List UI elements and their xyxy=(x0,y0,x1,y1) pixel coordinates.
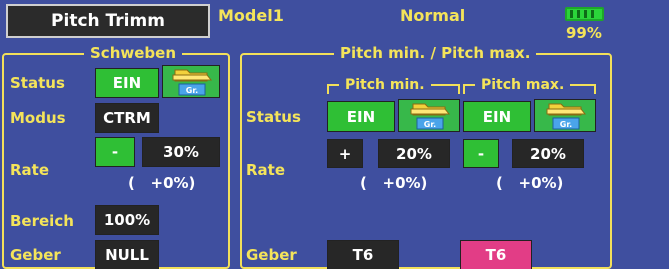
schweben-geber-button[interactable]: NULL xyxy=(95,240,159,269)
pitch-min-group-button[interactable]: Gr. xyxy=(398,99,460,132)
schweben-bereich-label: Bereich xyxy=(10,212,74,230)
pitch-trimm-screen: Pitch Trimm Model1 Normal 99% Schweben S… xyxy=(0,0,669,269)
schweben-status-button[interactable]: EIN xyxy=(95,68,159,98)
pitch-trimm-title-button[interactable]: Pitch Trimm xyxy=(6,4,210,38)
pitch-max-geber-button[interactable]: T6 xyxy=(460,240,532,269)
folder-group-icon: Gr. xyxy=(172,69,213,95)
pitch-min-rate-sign-button[interactable]: + xyxy=(327,139,363,168)
title-button-label: Pitch Trimm xyxy=(51,11,165,31)
pitch-max-group-label: Gr. xyxy=(560,120,572,129)
schweben-group-button[interactable]: Gr. xyxy=(162,65,220,98)
folder-group-icon: Gr. xyxy=(410,103,451,129)
schweben-rate-sign-button[interactable]: - xyxy=(95,137,135,167)
pitch-min-geber-button[interactable]: T6 xyxy=(327,240,399,269)
pitch-max-group-button[interactable]: Gr. xyxy=(534,99,596,132)
pitch-geber-label: Geber xyxy=(246,246,297,264)
pitch-min-group-label: Gr. xyxy=(424,120,436,129)
schweben-modus-label: Modus xyxy=(10,109,66,127)
pitch-min-bracket: Pitch min. xyxy=(327,74,460,96)
schweben-bereich-button[interactable]: 100% xyxy=(95,205,159,235)
pitch-min-rate-offset: ( +0%) xyxy=(360,174,428,192)
pitch-max-rate-value-button[interactable]: 20% xyxy=(512,139,584,168)
pitch-rate-label: Rate xyxy=(246,161,286,179)
schweben-rate-value-button[interactable]: 30% xyxy=(142,137,220,167)
pitch-max-status-button[interactable]: EIN xyxy=(463,101,531,132)
pitch-status-label: Status xyxy=(246,108,301,126)
pitch-min-max-title: Pitch min. / Pitch max. xyxy=(334,42,537,64)
schweben-rate-offset: ( +0%) xyxy=(128,174,196,192)
schweben-title: Schweben xyxy=(84,42,182,64)
flight-condition: Normal xyxy=(400,6,466,25)
pitch-max-bracket: Pitch max. xyxy=(463,74,596,96)
schweben-modus-button[interactable]: CTRM xyxy=(95,103,159,133)
pitch-min-rate-value-button[interactable]: 20% xyxy=(378,139,450,168)
battery-icon xyxy=(565,7,604,21)
pitch-max-rate-offset: ( +0%) xyxy=(496,174,564,192)
pitch-min-status-button[interactable]: EIN xyxy=(327,101,395,132)
pitch-min-title: Pitch min. xyxy=(339,74,431,96)
schweben-status-label: Status xyxy=(10,74,65,92)
pitch-max-title: Pitch max. xyxy=(475,74,571,96)
schweben-group-label: Gr. xyxy=(186,86,198,95)
folder-group-icon: Gr. xyxy=(546,103,587,129)
schweben-rate-label: Rate xyxy=(10,161,50,179)
pitch-max-rate-sign-button[interactable]: - xyxy=(463,139,499,168)
model-name: Model1 xyxy=(218,6,284,25)
battery-percent: 99% xyxy=(566,24,602,42)
schweben-geber-label: Geber xyxy=(10,246,61,264)
